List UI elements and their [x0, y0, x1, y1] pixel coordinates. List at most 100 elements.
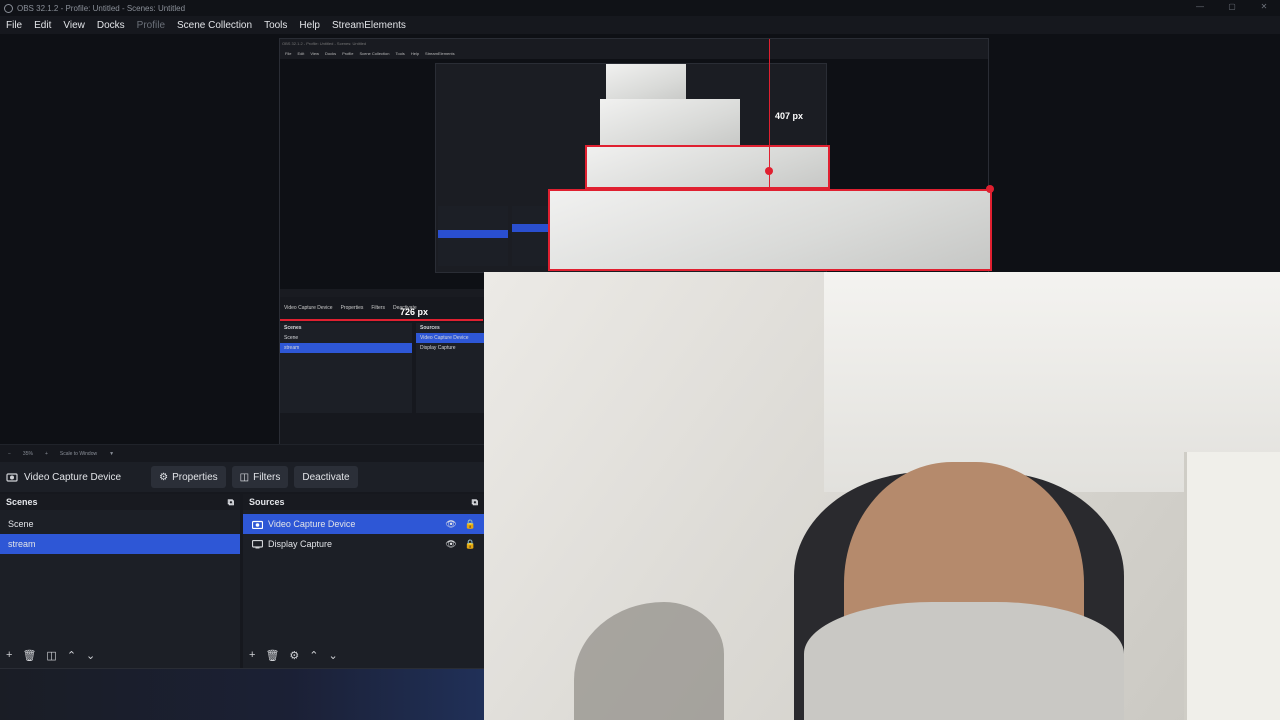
sources-dock: Sources ⧉ Video Capture Device 👁 🔒 Displ…	[243, 494, 484, 668]
scenes-dock-footer: + 🗑 ◫ ⌃ ⌄	[6, 649, 95, 662]
filters-button[interactable]: ◫ Filters	[231, 466, 289, 488]
filters-label: Filters	[253, 471, 281, 483]
nested-menu-help: Help	[410, 51, 420, 56]
selected-source-name: Video Capture Device	[24, 471, 122, 483]
menu-docks[interactable]: Docks	[91, 20, 131, 31]
maximize-icon[interactable]: ▢	[1216, 0, 1248, 16]
preview-zoom-bar: − 35% + Scale to Window ▼	[0, 444, 484, 462]
source-item-label: Display Capture	[268, 539, 333, 549]
filter-icon: ◫	[239, 471, 250, 483]
scene-filters-icon[interactable]: ◫	[46, 649, 56, 662]
visibility-eye-icon[interactable]: 👁	[445, 519, 456, 530]
menu-help[interactable]: Help	[293, 20, 326, 31]
scenes-list: Scene stream	[0, 510, 240, 554]
scene-item-label: Scene	[8, 519, 34, 529]
resize-handle-dot[interactable]	[765, 167, 773, 175]
webcam-shadow	[574, 602, 724, 720]
close-icon[interactable]: ✕	[1248, 0, 1280, 16]
menu-scene-collection[interactable]: Scene Collection	[171, 20, 258, 31]
status-bar	[0, 668, 484, 720]
deep-selected-source	[512, 224, 550, 232]
scenes-dock-header: Scenes ⧉	[0, 494, 240, 510]
add-scene-icon[interactable]: +	[6, 649, 12, 662]
nested-scenes-dock: Scenes Scene stream	[280, 323, 412, 413]
nested-menu-streamelements: StreamElements	[425, 51, 455, 56]
nested-source-item-selected: Video Capture Device	[416, 333, 484, 343]
nested-menu-view: View	[310, 51, 319, 56]
remove-scene-icon[interactable]: 🗑	[22, 649, 36, 662]
nested-menu-docks: Docks	[324, 51, 337, 56]
chevron-down-icon[interactable]: ▼	[109, 451, 114, 457]
source-item-controls: 👁 🔒	[445, 539, 476, 550]
move-up-icon[interactable]: ⌃	[67, 649, 76, 662]
menu-file[interactable]: File	[0, 20, 28, 31]
nested-preview: 407 px	[280, 39, 994, 289]
undock-icon[interactable]: ⧉	[228, 497, 234, 508]
sources-list: Video Capture Device 👁 🔒 Display Capture…	[243, 510, 484, 554]
move-down-icon[interactable]: ⌄	[86, 649, 95, 662]
webcam-shelf	[1184, 452, 1280, 720]
selection-outline-large	[548, 189, 992, 271]
lock-icon[interactable]: 🔒	[465, 519, 476, 530]
camera-icon	[251, 519, 263, 529]
selected-source: Video Capture Device	[6, 472, 121, 483]
nested-toolbar-filters: Filters	[371, 305, 385, 311]
source-item-video-capture[interactable]: Video Capture Device 👁 🔒	[243, 514, 484, 534]
nested-scenes-title: Scenes	[284, 325, 302, 331]
scale-mode-select[interactable]: Scale to Window	[60, 451, 97, 457]
lock-icon[interactable]: 🔒	[465, 539, 476, 550]
deep-sources-dock	[512, 206, 550, 266]
remove-source-icon[interactable]: 🗑	[265, 649, 279, 662]
menu-view[interactable]: View	[57, 20, 91, 31]
nested-menu-file: File	[285, 51, 292, 56]
deactivate-button[interactable]: Deactivate	[294, 466, 358, 488]
visibility-eye-icon[interactable]: 👁	[445, 539, 456, 550]
nested-menu-profile: Profile	[342, 51, 354, 56]
source-toolbar: Video Capture Device ⚙ Properties ◫ Filt…	[0, 462, 484, 492]
add-source-icon[interactable]: +	[249, 649, 255, 662]
gear-icon: ⚙	[159, 471, 169, 483]
window-controls: — ▢ ✕	[1184, 0, 1280, 16]
menu-tools[interactable]: Tools	[258, 20, 293, 31]
undock-icon[interactable]: ⧉	[472, 497, 478, 508]
camera-icon	[6, 473, 18, 482]
obs-logo-icon	[4, 3, 13, 13]
nested-toolbar: Video Capture Device Properties Filters …	[280, 305, 484, 315]
selection-outline-mid	[585, 145, 830, 189]
nested-menu-tools: Tools	[395, 51, 405, 56]
measure-label-vertical: 407 px	[775, 111, 804, 121]
deep-webcam-frame	[606, 64, 686, 104]
scene-item-stream[interactable]: stream	[0, 534, 240, 554]
move-up-icon[interactable]: ⌃	[309, 649, 318, 662]
nested-source-item: Display Capture	[420, 345, 456, 351]
nested-window-title: OBS 32.1.2 - Profile: Untitled - Scenes:…	[282, 41, 367, 46]
nested-webcam-frame-small	[600, 99, 740, 149]
properties-label: Properties	[172, 471, 218, 483]
deactivate-label: Deactivate	[302, 471, 350, 483]
measure-bar-horizontal	[280, 319, 483, 321]
window-titlebar: OBS 32.1.2 - Profile: Untitled - Scenes:…	[0, 0, 1280, 16]
measure-label-horizontal: 726 px	[400, 307, 429, 317]
move-down-icon[interactable]: ⌄	[329, 649, 338, 662]
zoom-out-icon[interactable]: −	[8, 451, 11, 457]
source-item-controls: 👁 🔒	[445, 519, 476, 530]
scene-item-scene[interactable]: Scene	[0, 514, 240, 534]
menu-edit[interactable]: Edit	[28, 20, 57, 31]
source-item-display-capture[interactable]: Display Capture 👁 🔒	[243, 534, 484, 554]
nested-menu-edit: Edit	[297, 51, 305, 56]
zoom-in-icon[interactable]: +	[45, 451, 48, 457]
monitor-icon	[251, 539, 263, 549]
nested-scene-item-selected: stream	[280, 343, 412, 353]
resize-handle-corner[interactable]	[986, 185, 994, 193]
nested-sources-title: Sources	[420, 325, 440, 331]
nested-scene-item: Scene	[284, 335, 299, 341]
properties-button[interactable]: ⚙ Properties	[151, 466, 226, 488]
scenes-dock: Scenes ⧉ Scene stream + 🗑 ◫ ⌃ ⌄	[0, 494, 240, 668]
menu-streamelements[interactable]: StreamElements	[326, 20, 412, 31]
sources-dock-header: Sources ⧉	[243, 494, 484, 510]
webcam-feed	[484, 272, 1280, 720]
minimize-icon[interactable]: —	[1184, 0, 1216, 16]
window-title: OBS 32.1.2 - Profile: Untitled - Scenes:…	[17, 3, 186, 13]
menu-profile[interactable]: Profile	[131, 20, 171, 31]
source-properties-icon[interactable]: ⚙	[289, 649, 299, 662]
